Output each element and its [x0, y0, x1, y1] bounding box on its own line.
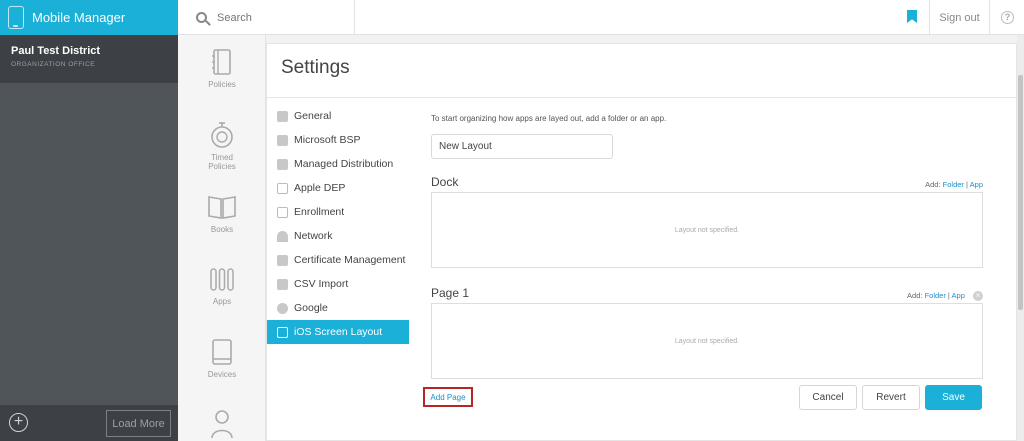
add-label: Add: [907, 291, 923, 300]
layout-content: To start organizing how apps are layed o… [431, 104, 983, 379]
menu-item-apple-dep[interactable]: Apple DEP [267, 176, 409, 200]
add-label: Add: [925, 180, 941, 189]
page1-empty-text: Layout not specified. [674, 337, 740, 345]
menu-item-label: iOS Screen Layout [294, 326, 383, 338]
menu-item-network[interactable]: Network [267, 224, 409, 248]
menu-item-label: Apple DEP [294, 182, 346, 194]
layout-intro-text: To start organizing how apps are layed o… [431, 114, 667, 123]
nav-books-label: Books [210, 225, 234, 234]
menu-item-label: General [294, 110, 332, 122]
bookmark-icon[interactable] [907, 10, 917, 23]
nav-policies[interactable]: Policies [178, 48, 266, 89]
key-icon [277, 254, 288, 266]
search-input[interactable] [217, 11, 347, 24]
menu-item-label: Network [294, 230, 333, 242]
save-button[interactable]: Save [925, 385, 982, 410]
separator: | [966, 180, 968, 189]
dock-add-links: Add: Folder | App [925, 180, 983, 189]
menu-item-label: CSV Import [294, 278, 349, 290]
phone-icon [8, 6, 24, 29]
page1-header: Page 1 Add: Folder | App × [431, 282, 983, 302]
menu-item-microsoft-bsp[interactable]: Microsoft BSP [267, 128, 409, 152]
settings-menu: General Microsoft BSP Managed Distributi… [267, 104, 409, 344]
menu-item-google[interactable]: Google [267, 296, 409, 320]
layout-name-input[interactable] [431, 134, 613, 159]
menu-item-managed-distribution[interactable]: Managed Distribution [267, 152, 409, 176]
help-icon[interactable]: ? [1001, 11, 1014, 24]
page1-title: Page 1 [431, 286, 470, 300]
app-brand[interactable]: Mobile Manager [0, 0, 178, 35]
menu-item-label: Enrollment [294, 206, 345, 218]
scrollbar-thumb[interactable] [1018, 75, 1023, 310]
nav-policies-label: Policies [208, 80, 236, 89]
page1-drop-area[interactable]: Layout not specified. [431, 303, 983, 379]
top-bar: Mobile Manager Sign out ? [0, 0, 1024, 35]
menu-item-certificate-management[interactable]: Certificate Management [267, 248, 409, 272]
menu-item-label: Managed Distribution [294, 158, 394, 170]
page1-add-folder-link[interactable]: Folder [925, 291, 946, 300]
wifi-icon [277, 230, 288, 242]
app-title: Mobile Manager [32, 10, 126, 25]
nav-timed-label-2: Policies [208, 162, 236, 171]
notebook-icon [212, 49, 231, 75]
tablet-icon [212, 339, 232, 365]
load-more-button[interactable]: Load More [106, 410, 171, 437]
cancel-button[interactable]: Cancel [799, 385, 857, 410]
nav-timed-label-1: Timed [211, 153, 233, 162]
org-subtitle: ORGANIZATION OFFICE [11, 61, 96, 68]
nav-timed-policies[interactable]: Timed Policies [178, 121, 266, 171]
dock-empty-text: Layout not specified. [674, 226, 740, 234]
menu-item-label: Certificate Management [294, 254, 406, 266]
page-scrollbar[interactable] [1017, 35, 1024, 441]
settings-card: Settings General Microsoft BSP Managed D… [266, 43, 1017, 441]
apps-tools-icon [210, 268, 234, 291]
org-name: Paul Test District [11, 45, 101, 57]
tablet-icon [277, 182, 288, 194]
dock-title: Dock [431, 175, 459, 189]
menu-item-general[interactable]: General [267, 104, 409, 128]
search-icon [196, 12, 207, 23]
sign-out-link[interactable]: Sign out [939, 12, 979, 24]
dock-drop-area[interactable]: Layout not specified. [431, 192, 983, 268]
menu-item-enrollment[interactable]: Enrollment [267, 200, 409, 224]
menu-item-label: Microsoft BSP [294, 134, 361, 146]
org-footer: + Load More [0, 405, 178, 441]
separator: | [947, 291, 950, 300]
nav-users[interactable] [178, 408, 266, 440]
nav-books[interactable]: Books [178, 193, 266, 234]
tablet-icon [277, 206, 288, 218]
nav-devices[interactable]: Devices [178, 338, 266, 379]
add-org-icon[interactable]: + [9, 413, 28, 432]
icon-navigation: Policies Timed Policies Books Apps Devic… [178, 35, 266, 441]
menu-item-csv-import[interactable]: CSV Import [267, 272, 409, 296]
edit-icon [277, 278, 288, 290]
revert-button[interactable]: Revert [862, 385, 920, 410]
org-header[interactable]: Paul Test District ORGANIZATION OFFICE [0, 35, 178, 83]
search-bar [178, 0, 355, 35]
nav-devices-label: Devices [207, 370, 237, 379]
sign-out-container: Sign out [929, 0, 990, 35]
remove-page-icon[interactable]: × [973, 291, 983, 302]
add-page-button[interactable]: Add Page [423, 387, 473, 407]
dock-add-app-link[interactable]: App [970, 180, 983, 189]
tablet-icon [277, 326, 288, 338]
dock-header: Dock Add: Folder | App [431, 171, 983, 191]
menu-item-label: Google [294, 302, 328, 314]
page1-add-links: Add: Folder | App × [907, 291, 983, 302]
google-icon [277, 302, 288, 314]
page1-add-app-link[interactable]: App [952, 291, 965, 300]
windows-icon [277, 134, 288, 146]
stopwatch-icon [211, 122, 233, 148]
menu-item-ios-screen-layout[interactable]: iOS Screen Layout [267, 320, 409, 344]
user-icon [211, 410, 233, 439]
gear-icon [277, 110, 288, 122]
book-icon [208, 196, 236, 219]
distribution-icon [277, 158, 288, 170]
title-divider [267, 97, 1016, 98]
nav-apps-label: Apps [212, 297, 232, 306]
dock-add-folder-link[interactable]: Folder [943, 180, 964, 189]
nav-apps[interactable]: Apps [178, 265, 266, 306]
page-title: Settings [281, 57, 350, 78]
organization-sidebar: Paul Test District ORGANIZATION OFFICE +… [0, 35, 178, 441]
